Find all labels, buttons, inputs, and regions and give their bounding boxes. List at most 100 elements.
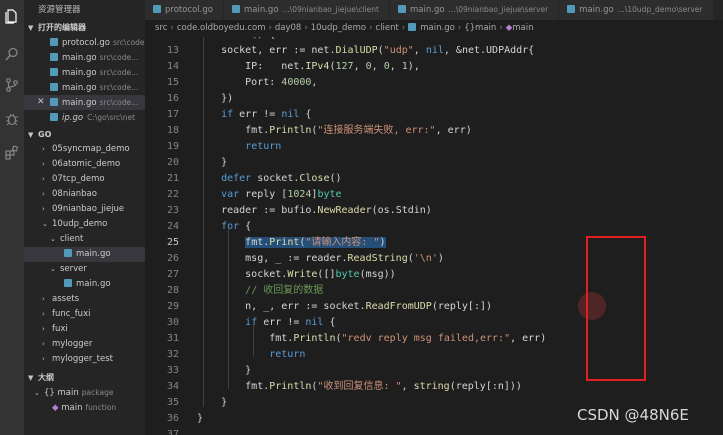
code-line[interactable]: 34 fmt.Println("收到回复信息: ", string(reply[… [145, 379, 723, 395]
breadcrumb-item[interactable]: client [376, 23, 399, 33]
workspace-section[interactable]: ▼ GO [24, 127, 145, 142]
tab-main-go[interactable]: main.go ...\09nianbao_jiejue\server [390, 0, 560, 20]
outline-kind: package [81, 388, 114, 397]
open-editor-item-active[interactable]: ✕ main.go src\code... [24, 95, 145, 110]
open-editor-item[interactable]: protocol.gosrc\code... [24, 35, 145, 50]
code-line[interactable]: 17 if err != nil { [145, 107, 723, 123]
tree-folder-open[interactable]: ⌄ client [24, 232, 145, 247]
line-number: 22 [166, 189, 179, 200]
code-line[interactable]: 13 socket, err := net.DialUDP("udp", nil… [145, 43, 723, 59]
breadcrumb-item[interactable]: main [512, 23, 533, 33]
go-file-icon [50, 83, 58, 91]
code-line[interactable]: 22 var reply [1024]byte [145, 187, 723, 203]
line-number: 18 [166, 125, 179, 136]
extensions-icon[interactable] [0, 141, 24, 165]
code-line[interactable]: 19 return [145, 139, 723, 155]
code-line[interactable]: 20 } [145, 155, 723, 171]
tree-folder[interactable]: › 07tcp_demo [24, 172, 145, 187]
code-line[interactable]: 15 Port: 40000, [145, 75, 723, 91]
code-text: socket.Write([]byte(msg)) [197, 269, 396, 280]
search-icon[interactable] [0, 42, 24, 66]
outline-section[interactable]: ▼ 大纲 [24, 370, 145, 385]
tree-file-active[interactable]: main.go [24, 247, 145, 262]
breadcrumb-item[interactable]: {}main [464, 23, 496, 33]
tree-file[interactable]: main.go [24, 277, 145, 292]
code-text: if err != nil { [245, 317, 336, 328]
breadcrumb-item[interactable]: day08 [275, 23, 301, 33]
debug-icon[interactable] [0, 107, 24, 131]
chevron-down-icon: ▼ [28, 24, 34, 32]
go-file-icon [398, 5, 406, 13]
open-editor-name: main.go [62, 53, 97, 63]
breadcrumb-item[interactable]: code.oldboyedu.com [177, 23, 266, 33]
tree-label: client [60, 234, 84, 244]
code-line[interactable]: 21 defer socket.Close() [145, 171, 723, 187]
editor-tabs: protocol.go main.go ...\09nianbao_jiejue\… [145, 0, 723, 20]
open-editor-item[interactable]: main.go src\code... [24, 65, 145, 80]
open-editor-item[interactable]: ip.go C:\go\src\net [24, 110, 145, 125]
code-text: for { [221, 221, 252, 232]
go-file-icon [567, 5, 576, 13]
open-editor-item[interactable]: main.go src\code... [24, 50, 145, 65]
tab-main-go[interactable]: main.go ...\09nianbao_jiejue\client [223, 0, 390, 20]
open-editor-name: main.go [62, 98, 97, 108]
tab-protocol-go[interactable]: protocol.go [145, 0, 224, 20]
open-editor-item[interactable]: main.go src\code... [24, 80, 145, 95]
tree-folder[interactable]: › assets [24, 292, 145, 307]
workspace-title: GO [38, 130, 52, 139]
tree-label: 08nianbao [52, 189, 97, 199]
source-control-icon[interactable] [0, 73, 24, 97]
explorer-title: 资源管理器 [38, 5, 81, 15]
tree-label: func_fuxi [52, 309, 91, 319]
open-editors-section[interactable]: ▼ 打开的编辑器 [24, 20, 145, 35]
chevron-right-icon: › [457, 23, 462, 33]
go-file-icon [50, 113, 58, 121]
tree-folder[interactable]: › func_fuxi [24, 307, 145, 322]
open-editor-name: main.go [62, 68, 97, 78]
open-editor-path: src\code... [112, 38, 145, 47]
tree-folder[interactable]: › 06atomic_demo [24, 157, 145, 172]
code-text: Port: 40000, [197, 77, 318, 88]
line-number: 24 [166, 221, 179, 232]
outline-item[interactable]: ⌄ {} main package [24, 385, 145, 400]
code-text: reader := bufio.NewReader(os.Stdin) [197, 205, 432, 216]
close-icon[interactable]: ✕ [37, 95, 45, 110]
tree-folder-open[interactable]: ⌄ server [24, 262, 145, 277]
go-file-icon [50, 68, 58, 76]
code-line[interactable]: 23 reader := bufio.NewReader(os.Stdin) [145, 203, 723, 219]
chevron-down-icon: ⌄ [50, 265, 56, 273]
tree-folder-open[interactable]: ⌄ 10udp_demo [24, 217, 145, 232]
code-line[interactable]: 37 [145, 427, 723, 435]
code-line[interactable]: 24 for { [145, 219, 723, 235]
tree-folder[interactable]: › fuxi [24, 322, 145, 337]
tab-label: main.go [579, 5, 614, 15]
tab-main-go[interactable]: main.go ...\10udp_demo\server [559, 0, 714, 20]
chevron-down-icon: ⌄ [50, 235, 56, 243]
code-text: fmt.Println("收到回复信息: ", string(reply[:n]… [197, 381, 522, 392]
code-line[interactable]: 14 IP: net.IPv4(127, 0, 0, 1), [145, 59, 723, 75]
line-number: 16 [166, 93, 179, 104]
tree-folder[interactable]: › mylogger_test [24, 352, 145, 367]
function-icon: ◆ [52, 403, 59, 413]
tree-folder[interactable]: › 09nianbao_jiejue [24, 202, 145, 217]
go-file-icon [50, 38, 58, 46]
tree-folder[interactable]: › 05syncmap_demo [24, 142, 145, 157]
tree-folder[interactable]: › mylogger [24, 337, 145, 352]
breadcrumb-item[interactable]: src [155, 23, 167, 33]
code-text: } [197, 397, 228, 408]
files-icon[interactable] [0, 4, 24, 28]
line-number: 23 [166, 205, 179, 216]
chevron-right-icon: › [42, 145, 45, 153]
tree-label: mylogger [52, 339, 93, 349]
breadcrumb-item[interactable]: main.go [420, 23, 455, 33]
code-text: n, _, err := socket.ReadFromUDP(reply[:]… [197, 301, 493, 312]
code-text: var reply [1024]byte [221, 189, 342, 200]
tree-label: 09nianbao_jiejue [52, 204, 125, 214]
code-line[interactable]: 16 }) [145, 91, 723, 107]
outline-item[interactable]: ◆ main function [24, 400, 145, 415]
tree-folder[interactable]: › 08nianbao [24, 187, 145, 202]
breadcrumb-item[interactable]: 10udp_demo [311, 23, 366, 33]
outline-kind: function [85, 403, 117, 412]
code-line[interactable]: 18 fmt.Println("连接服务端失败, err:", err) [145, 123, 723, 139]
line-number: 36 [166, 413, 179, 424]
